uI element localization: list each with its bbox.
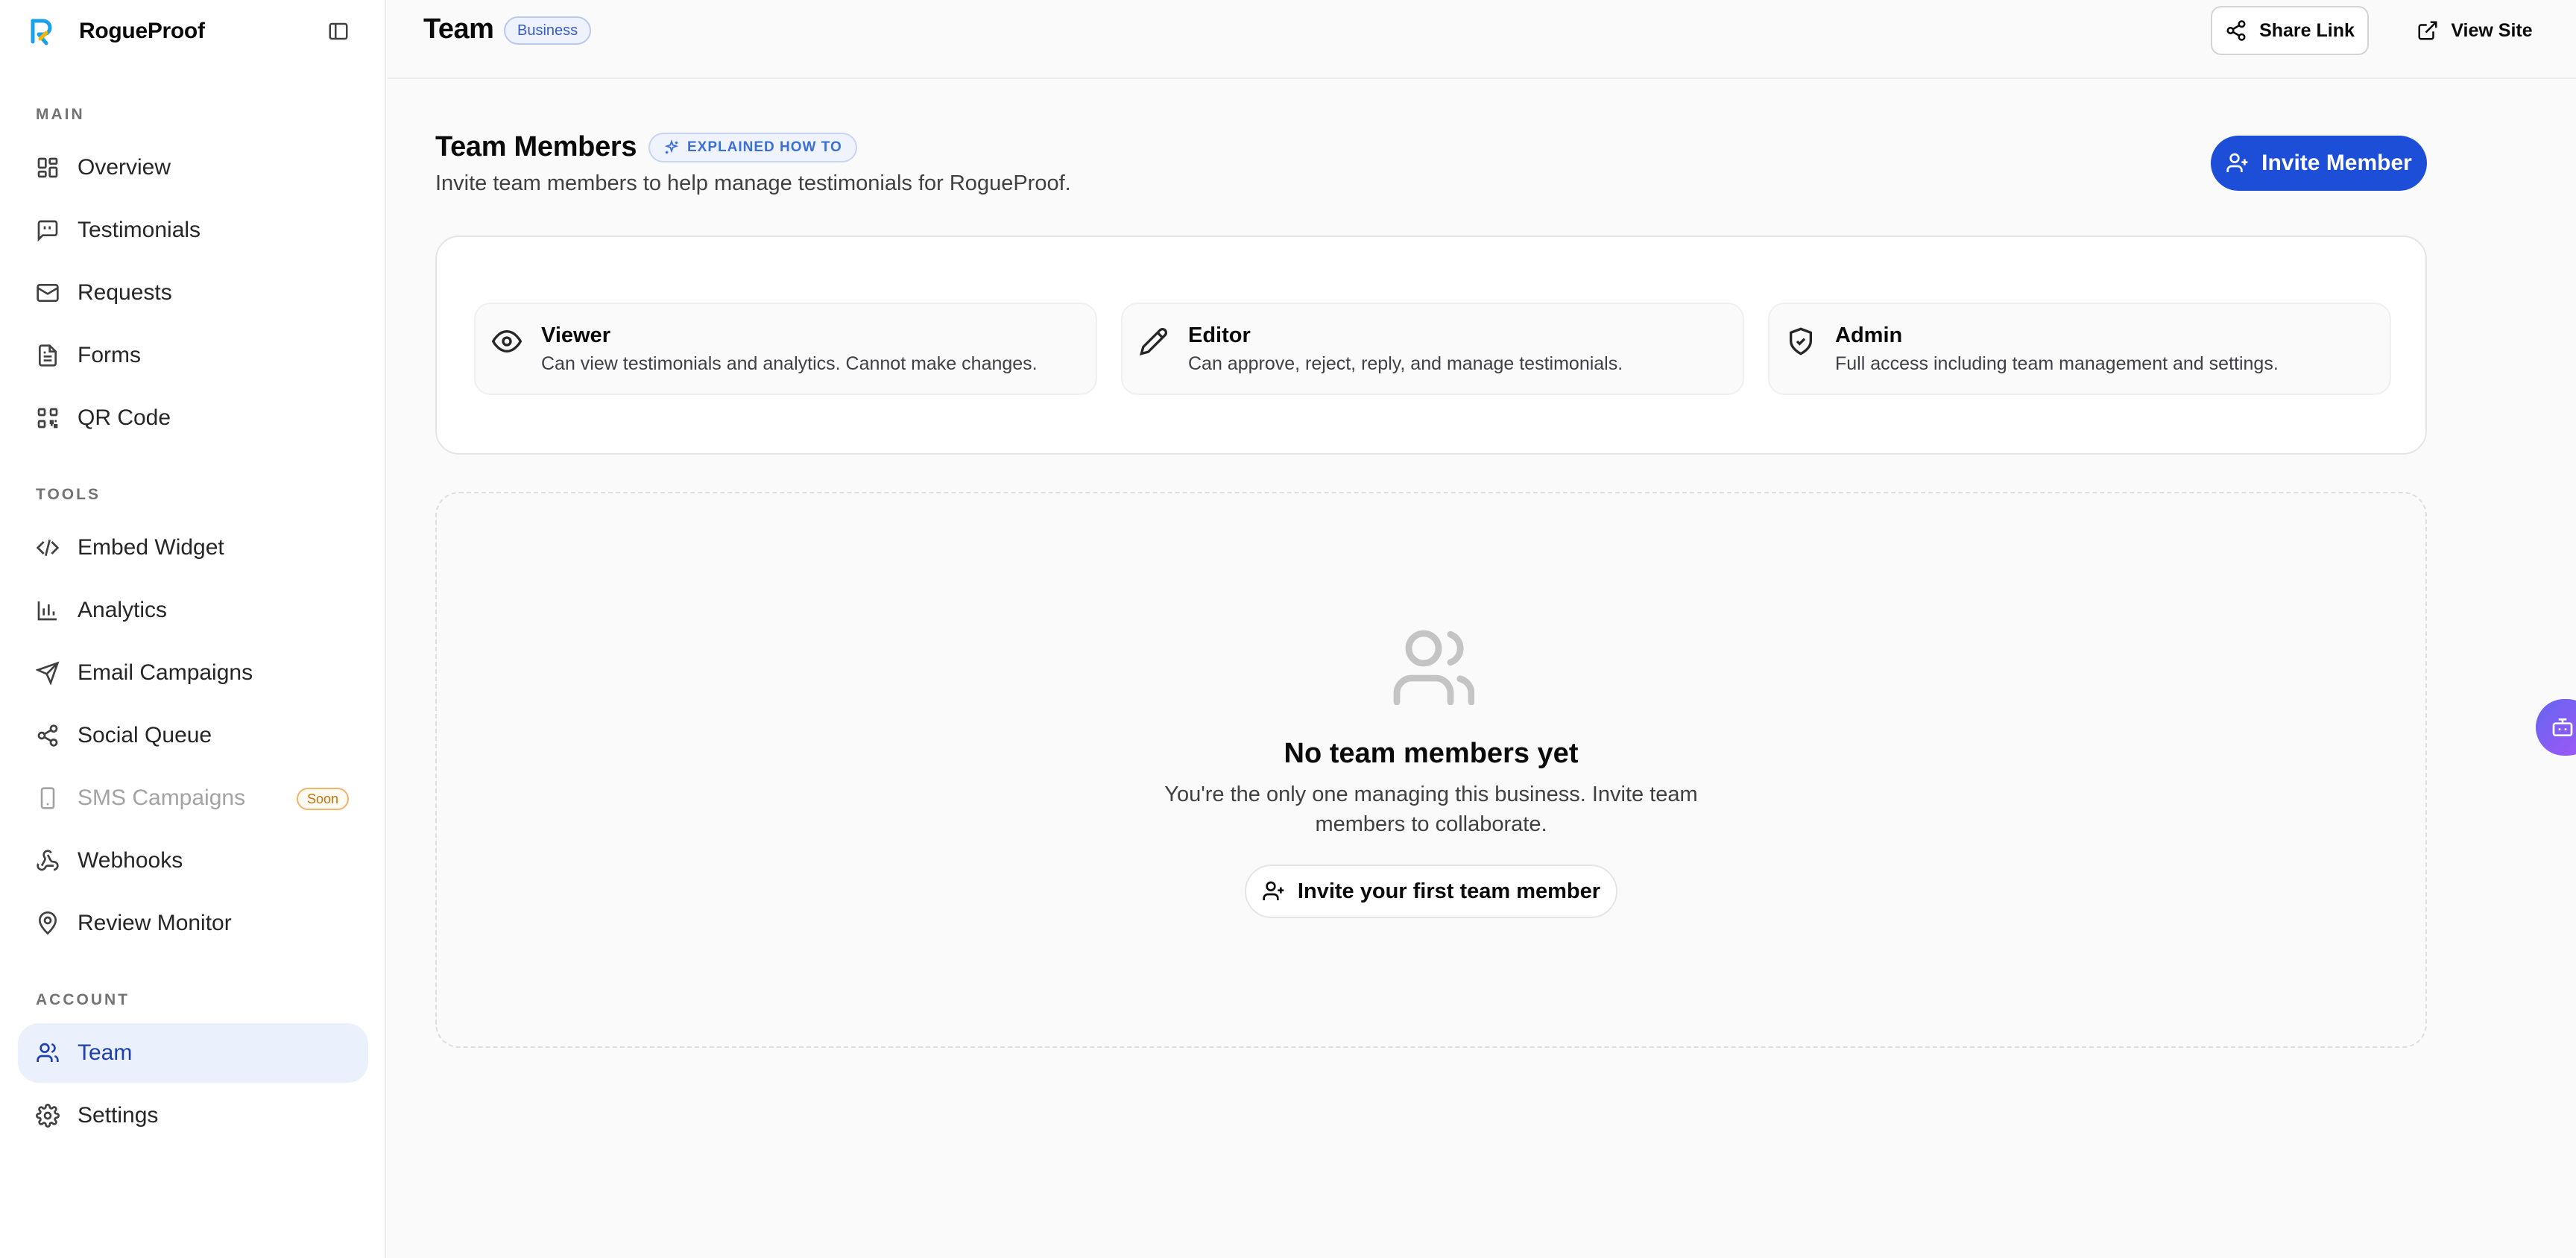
send-icon bbox=[36, 661, 60, 685]
empty-state-title: No team members yet bbox=[1284, 738, 1579, 769]
sidebar-item-label: Testimonials bbox=[78, 218, 201, 242]
code-icon bbox=[36, 540, 60, 556]
sidebar-item-analytics[interactable]: Analytics bbox=[18, 581, 368, 640]
users-icon bbox=[37, 1043, 59, 1062]
sidebar-item-label: Email Campaigns bbox=[78, 660, 253, 685]
sidebar-toggle-button[interactable] bbox=[325, 18, 352, 45]
sidebar-item-embed-widget[interactable]: Embed Widget bbox=[18, 518, 368, 578]
sidebar: RogueProof MAIN Overview Testimonials Re… bbox=[0, 0, 386, 1258]
section-label-tools: TOOLS bbox=[36, 486, 101, 503]
bar-chart-icon bbox=[37, 601, 57, 621]
soon-badge: Soon bbox=[296, 788, 349, 810]
sidebar-item-label: SMS Campaigns bbox=[78, 786, 246, 810]
role-editor: Editor Can approve, reject, reply, and m… bbox=[1121, 303, 1744, 395]
external-link-icon bbox=[2418, 21, 2437, 40]
user-plus-icon bbox=[2226, 153, 2248, 172]
sidebar-item-label: Team bbox=[78, 1040, 133, 1065]
brand[interactable]: RogueProof bbox=[28, 15, 205, 48]
sidebar-item-settings[interactable]: Settings bbox=[18, 1086, 368, 1145]
sidebar-item-label: Requests bbox=[78, 280, 172, 305]
robot-icon bbox=[2552, 718, 2573, 736]
message-quote-icon bbox=[37, 220, 58, 242]
invite-first-member-label: Invite your first team member bbox=[1297, 879, 1601, 903]
user-plus-icon bbox=[1263, 881, 1284, 900]
role-name: Admin bbox=[1835, 323, 1903, 347]
empty-state-description: You're the only one managing this busine… bbox=[1164, 783, 1698, 836]
qr-code-icon bbox=[37, 408, 58, 429]
sidebar-item-qr-code[interactable]: QR Code bbox=[18, 388, 368, 448]
phone-icon bbox=[40, 787, 55, 809]
view-site-button[interactable]: View Site bbox=[2400, 6, 2549, 55]
document-icon bbox=[39, 344, 57, 367]
share-link-label: Share Link bbox=[2259, 19, 2355, 41]
explained-how-to-badge[interactable]: EXPLAINED HOW TO bbox=[648, 133, 857, 162]
invite-member-label: Invite Member bbox=[2261, 151, 2412, 175]
invite-first-member-button[interactable]: Invite your first team member bbox=[1245, 865, 1617, 918]
page-title: Team bbox=[423, 13, 494, 45]
sidebar-item-label: Forms bbox=[78, 343, 141, 367]
sidebar-item-overview[interactable]: Overview bbox=[18, 138, 368, 197]
role-name: Editor bbox=[1188, 323, 1251, 347]
sidebar-item-label: Analytics bbox=[78, 598, 168, 622]
sparkles-icon bbox=[664, 139, 679, 154]
mail-icon bbox=[37, 284, 59, 302]
section-label-account: ACCOUNT bbox=[36, 991, 130, 1008]
sidebar-item-label: Webhooks bbox=[78, 848, 183, 873]
sidebar-item-review-monitor[interactable]: Review Monitor bbox=[18, 894, 368, 953]
sidebar-item-requests[interactable]: Requests bbox=[18, 263, 368, 323]
sidebar-item-label: Review Monitor bbox=[78, 911, 232, 935]
role-viewer: Viewer Can view testimonials and analyti… bbox=[474, 303, 1097, 395]
map-pin-icon bbox=[38, 911, 57, 935]
sidebar-item-sms-campaigns[interactable]: SMS Campaigns Soon bbox=[18, 768, 368, 828]
role-description: Can approve, reject, reply, and manage t… bbox=[1188, 353, 1623, 374]
sidebar-item-team[interactable]: Team bbox=[18, 1023, 368, 1083]
section-title: Team Members bbox=[435, 131, 637, 162]
sidebar-item-label: Social Queue bbox=[78, 723, 212, 747]
plan-badge: Business bbox=[504, 16, 592, 45]
top-header: Team Business Share Link View Site bbox=[388, 0, 2576, 79]
explained-badge-label: EXPLAINED HOW TO bbox=[687, 139, 842, 155]
pencil-icon bbox=[1139, 327, 1168, 356]
share-icon bbox=[2226, 20, 2246, 41]
sidebar-item-email-campaigns[interactable]: Email Campaigns bbox=[18, 643, 368, 703]
shield-check-icon bbox=[1790, 327, 1812, 355]
assistant-launcher-button[interactable] bbox=[2536, 699, 2576, 756]
section-label-main: MAIN bbox=[36, 106, 85, 123]
roles-card: Viewer Can view testimonials and analyti… bbox=[435, 236, 2427, 455]
sidebar-item-webhooks[interactable]: Webhooks bbox=[18, 831, 368, 891]
sidebar-item-testimonials[interactable]: Testimonials bbox=[18, 200, 368, 260]
share-icon bbox=[37, 724, 58, 747]
share-link-button[interactable]: Share Link bbox=[2211, 6, 2369, 55]
invite-member-button[interactable]: Invite Member bbox=[2211, 136, 2427, 191]
sidebar-item-label: Settings bbox=[78, 1103, 159, 1128]
users-icon bbox=[1393, 630, 1474, 705]
role-description: Can view testimonials and analytics. Can… bbox=[541, 353, 1038, 374]
sidebar-item-label: Overview bbox=[78, 155, 171, 180]
eye-icon bbox=[492, 329, 522, 353]
section-subtitle: Invite team members to help manage testi… bbox=[435, 171, 1071, 195]
role-admin: Admin Full access including team managem… bbox=[1768, 303, 2391, 395]
empty-state-card: No team members yet You're the only one … bbox=[435, 492, 2427, 1048]
view-site-label: View Site bbox=[2451, 19, 2533, 41]
role-name: Viewer bbox=[541, 323, 610, 347]
sidebar-item-social-queue[interactable]: Social Queue bbox=[18, 706, 368, 765]
webhook-icon bbox=[37, 850, 59, 871]
role-description: Full access including team management an… bbox=[1835, 353, 2279, 374]
rogueproof-logo-icon bbox=[31, 19, 52, 45]
sidebar-panel-icon bbox=[329, 22, 348, 40]
sidebar-item-forms[interactable]: Forms bbox=[18, 326, 368, 385]
sidebar-item-label: Embed Widget bbox=[78, 535, 224, 560]
gear-icon bbox=[36, 1104, 60, 1128]
brand-name: RogueProof bbox=[79, 19, 205, 43]
sidebar-item-label: QR Code bbox=[78, 405, 171, 430]
grid-icon bbox=[37, 157, 58, 178]
